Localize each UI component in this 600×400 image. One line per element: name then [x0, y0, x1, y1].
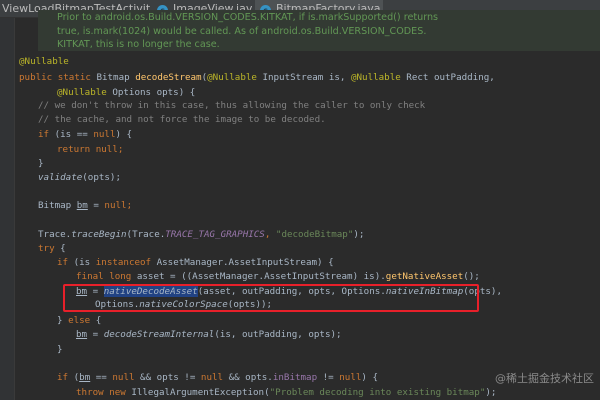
code-line: if (is instanceof AssetManager.AssetInpu…: [57, 257, 334, 268]
code-line: try {: [38, 243, 66, 254]
code-line: } else {: [57, 315, 102, 326]
code-line: @Nullable: [19, 56, 69, 67]
code-line: if (bm == null && opts != null && opts.i…: [57, 372, 378, 383]
doc-line: true, is.mark(1024) would be called. As …: [57, 26, 427, 37]
code-line: }: [57, 344, 63, 355]
code-line: @Nullable Options opts) {: [57, 87, 196, 98]
code-comment: // we don't throw in this case, thus all…: [38, 100, 426, 111]
highlight-box: [63, 284, 479, 312]
code-line: final long asset = ((AssetManager.AssetI…: [76, 271, 480, 282]
code-line: }: [38, 158, 44, 169]
doc-line: KITKAT, this is no longer the case.: [57, 39, 220, 50]
code-line: if (is == null) {: [38, 129, 133, 140]
code-line: throw new IllegalArgumentException("Prob…: [76, 387, 497, 398]
code-line: validate(opts);: [38, 172, 121, 183]
watermark: @稀土掘金技术社区: [495, 372, 594, 385]
code-editor[interactable]: Prior to android.os.Build.VERSION_CODES.…: [0, 0, 600, 400]
code-line: bm = decodeStreamInternal(is, outPadding…: [76, 329, 342, 340]
doc-line: Prior to android.os.Build.VERSION_CODES.…: [57, 12, 439, 23]
code-line: public static Bitmap decodeStream(@Nulla…: [19, 72, 495, 83]
code-comment: // the cache, and not force the image to…: [38, 114, 326, 125]
code-line: return null;: [57, 144, 124, 155]
code-line: Trace.traceBegin(Trace.TRACE_TAG_GRAPHIC…: [38, 229, 365, 240]
code-line: Bitmap bm = null;: [38, 200, 133, 211]
